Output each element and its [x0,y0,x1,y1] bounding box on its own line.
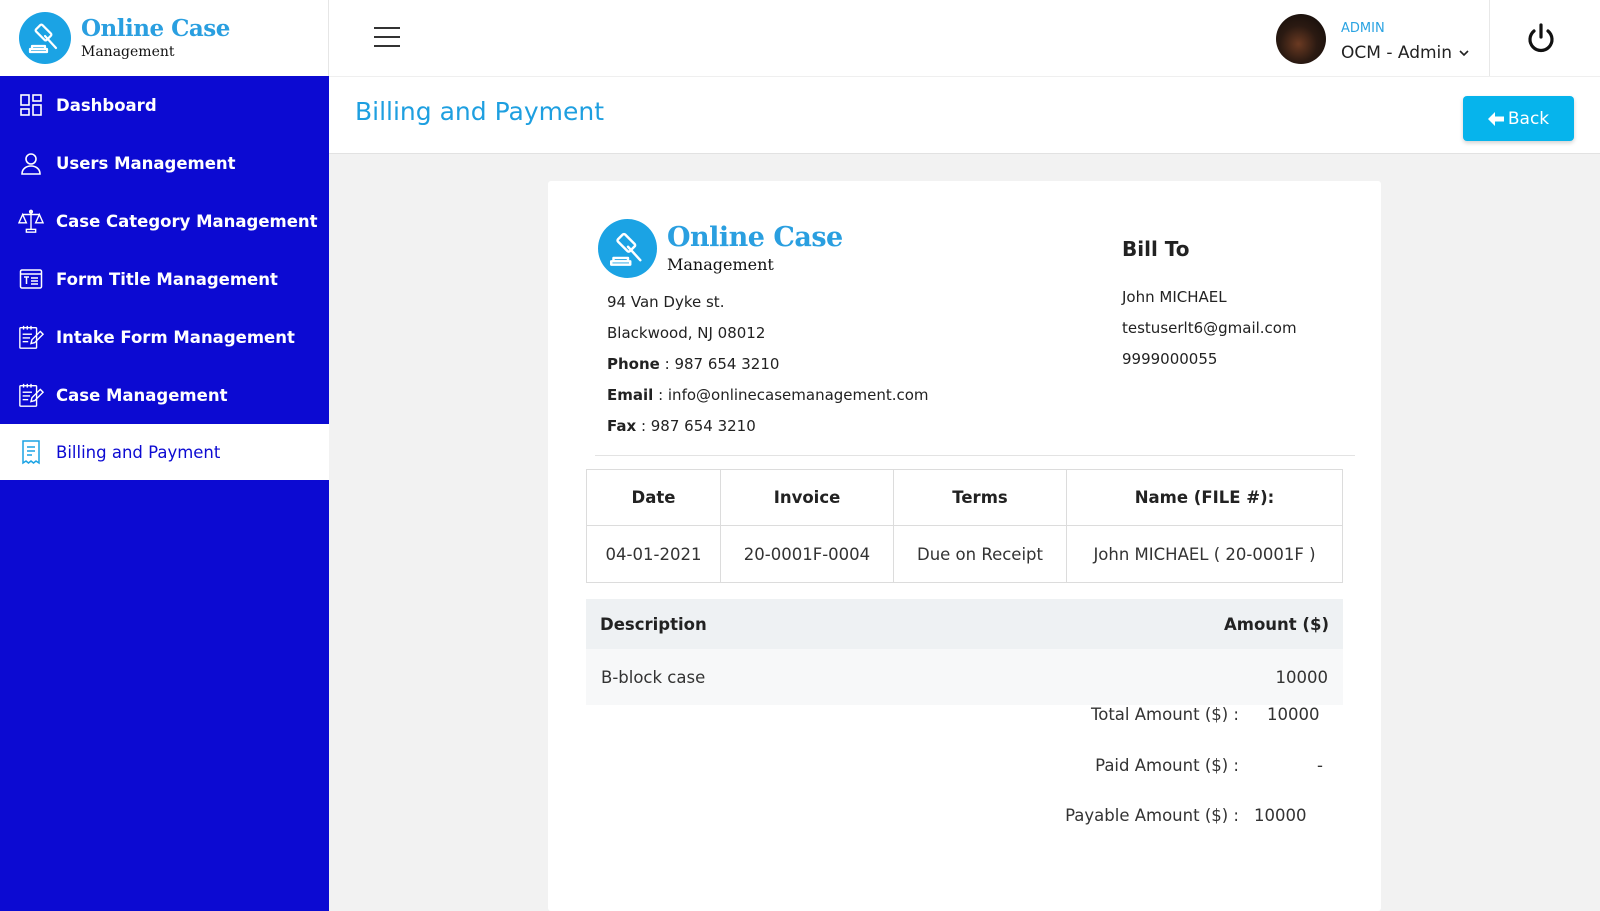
bill-to-heading: Bill To [1122,237,1190,261]
email-value: info@onlinecasemanagement.com [667,386,929,404]
item-description: B-block case [601,667,706,687]
list-item: B-block case 10000 [586,649,1343,705]
table-row: 04-01-2021 20-0001F-0004 Due on Receipt … [586,525,1343,583]
cell-name: John MICHAEL ( 20-0001F ) [1066,525,1343,583]
sidebar-item-intake-form[interactable]: Intake Form Management [0,308,329,366]
gavel-logo-icon [598,219,657,278]
payable-amount-value: 10000 [1254,806,1307,825]
intake-form-icon [18,324,44,350]
cell-date: 04-01-2021 [586,525,721,583]
sidebar-item-label: Form Title Management [56,269,278,289]
phone-value: 987 654 3210 [674,355,780,373]
bill-to-phone: 9999000055 [1122,350,1218,368]
invoice-company-subtitle: Management [667,255,774,274]
column-header-date: Date [586,469,721,526]
chevron-down-icon [1459,50,1469,57]
sidebar-item-dashboard[interactable]: Dashboard [0,76,329,134]
company-address-line1: 94 Van Dyke st. [607,293,725,311]
scales-icon [18,208,44,234]
fax-value: 987 654 3210 [650,417,756,435]
avatar[interactable] [1276,14,1326,64]
sidebar-item-label: Intake Form Management [56,327,295,347]
payable-amount-label: Payable Amount ($) : [1065,806,1239,825]
sidebar-item-label: Users Management [56,153,236,173]
form-title-icon [18,266,44,292]
page-title: Billing and Payment [355,97,605,126]
sidebar-item-case-management[interactable]: Case Management [0,366,329,424]
item-amount: 10000 [1275,667,1329,687]
receipt-icon [18,439,44,465]
items-header: Description Amount ($) [586,599,1343,649]
total-amount-label: Total Amount ($) : [1090,705,1239,724]
divider [595,455,1355,456]
paid-amount-label: Paid Amount ($) : [1095,756,1239,775]
back-button[interactable]: Back [1463,96,1574,141]
invoice-meta-table: Date Invoice Terms Name (FILE #): 04-01-… [586,469,1343,583]
hamburger-menu-icon[interactable] [374,27,400,47]
back-button-label: Back [1507,108,1550,129]
user-menu-toggle[interactable]: OCM - Admin [1341,43,1470,63]
user-icon [18,150,44,176]
total-amount-value: 10000 [1267,705,1320,724]
brand-subtitle: Management [81,44,175,60]
invoice-logo: Online Case Management [598,219,843,278]
app-brand[interactable]: Online Case Management [0,0,329,76]
column-header-terms: Terms [893,469,1067,526]
sidebar-item-label: Case Category Management [56,211,318,231]
description-header: Description [600,614,707,634]
invoice-card: Online Case Management 94 Van Dyke st. B… [548,181,1381,911]
gavel-logo-icon [19,12,71,64]
invoice-company-title: Online Case [667,222,843,253]
sidebar: Dashboard Users Management Case Category… [0,76,329,911]
sidebar-item-users[interactable]: Users Management [0,134,329,192]
bill-to-email: testuserlt6@gmail.com [1122,319,1297,337]
cell-invoice: 20-0001F-0004 [720,525,894,583]
arrow-left-icon [1487,111,1504,126]
company-phone: Phone : 987 654 3210 [607,355,780,373]
bill-to-name: John MICHAEL [1122,288,1227,306]
dashboard-icon [18,92,44,118]
sidebar-item-form-title[interactable]: Form Title Management [0,250,329,308]
column-header-invoice: Invoice [720,469,894,526]
cell-terms: Due on Receipt [893,525,1067,583]
top-bar: ADMIN OCM - Admin [329,0,1600,76]
divider [1489,0,1490,76]
user-name: OCM - Admin [1341,43,1453,63]
company-fax: Fax : 987 654 3210 [607,417,756,435]
email-label: Email [607,386,654,404]
phone-label: Phone [607,355,660,373]
sidebar-item-billing[interactable]: Billing and Payment [0,424,329,480]
column-header-name: Name (FILE #): [1066,469,1343,526]
company-address-line2: Blackwood, NJ 08012 [607,324,766,342]
sidebar-item-label: Dashboard [56,95,157,115]
fax-label: Fax [607,417,637,435]
sidebar-item-case-category[interactable]: Case Category Management [0,192,329,250]
page-header: Billing and Payment Back [329,76,1600,154]
company-email: Email : info@onlinecasemanagement.com [607,386,929,404]
sidebar-item-label: Case Management [56,385,228,405]
sidebar-item-label: Billing and Payment [56,442,221,462]
case-icon [18,382,44,408]
power-icon[interactable] [1525,22,1557,54]
table-header-row: Date Invoice Terms Name (FILE #): [586,469,1343,526]
user-role: ADMIN [1341,21,1385,36]
amount-header: Amount ($) [1224,614,1329,634]
brand-title: Online Case [81,15,230,42]
paid-amount-value: - [1317,756,1323,775]
